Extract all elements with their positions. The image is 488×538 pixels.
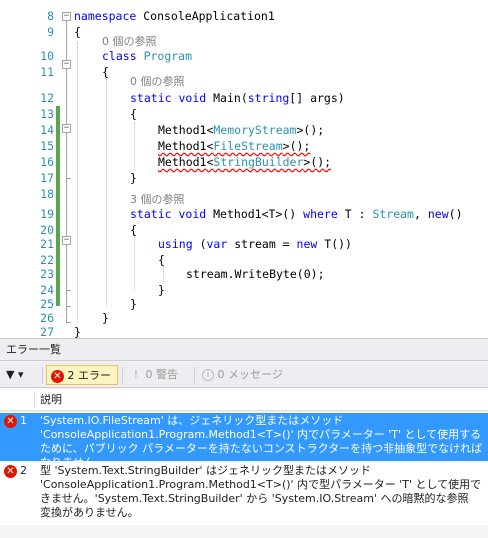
code-line[interactable]: 27 } — [0, 324, 488, 338]
code-line[interactable]: 11 { — [0, 64, 488, 80]
code-text: { — [102, 65, 109, 79]
code-line[interactable]: 19 static void Method1<T>() where T : St… — [0, 206, 488, 222]
code-text: { — [130, 107, 137, 121]
error-row[interactable]: ✕ 2 型 'System.Text.StringBuilder' はジェネリッ… — [0, 463, 488, 525]
code-text-error: Method1<StringBuilder>(); — [158, 154, 331, 170]
error-number: 1 — [20, 414, 27, 427]
line-number: 15 — [40, 139, 54, 153]
line-number: 27 — [40, 325, 54, 338]
code-text-error: Method1<FileStream>(); — [158, 138, 310, 154]
error-description: 'System.IO.FileStream' は、ジェネリック型またはメソッド … — [40, 414, 483, 469]
line-number: 11 — [40, 65, 54, 79]
code-text: class Program — [102, 49, 193, 63]
line-number: 10 — [40, 49, 54, 63]
toolbar-separator — [122, 367, 123, 383]
line-number: 8 — [47, 9, 54, 23]
code-line[interactable]: 18 — [0, 186, 488, 202]
line-number: 18 — [40, 187, 54, 201]
error-icon: ✕ — [4, 415, 17, 428]
line-number: 16 — [40, 155, 54, 169]
line-number: 9 — [47, 25, 54, 39]
code-line[interactable]: 10 class Program — [0, 48, 488, 64]
error-squiggle[interactable]: Method1<StringBuilder>(); — [158, 155, 331, 169]
code-text: static void Main(string[] args) — [130, 91, 345, 105]
code-text: } — [74, 325, 81, 338]
line-number: 23 — [40, 267, 54, 281]
column-header-description[interactable]: 説明 — [40, 389, 62, 411]
code-line[interactable]: 15 Method1<FileStream>(); — [0, 138, 488, 154]
toolbar-separator — [42, 367, 43, 383]
toolbar-separator — [194, 367, 195, 383]
messages-filter-toggle[interactable]: i 0 メッセージ — [198, 365, 288, 385]
codelens-references[interactable]: 0 個の参照 — [130, 74, 185, 90]
warnings-count-label: 0 警告 — [145, 368, 179, 381]
code-line[interactable]: 21 using (var stream = new T()) — [0, 236, 488, 252]
line-number: 13 — [40, 107, 54, 121]
error-squiggle[interactable]: Method1<FileStream>(); — [158, 139, 310, 153]
code-line[interactable]: 16 Method1<StringBuilder>(); — [0, 154, 488, 170]
code-line[interactable]: 12 static void Main(string[] args) — [0, 90, 488, 106]
error-row[interactable]: ✕ 1 'System.IO.FileStream' は、ジェネリック型またはメ… — [0, 413, 488, 469]
code-line[interactable]: 9 { — [0, 24, 488, 40]
line-number: 21 — [40, 237, 54, 251]
line-number: 14 — [40, 123, 54, 137]
filter-icon: ▼ ▾ — [6, 368, 24, 381]
error-list-header: 説明 — [0, 389, 488, 411]
error-number: 2 — [20, 464, 27, 477]
code-text: stream.WriteByte(0); — [186, 267, 325, 281]
code-line[interactable]: 17 } — [0, 170, 488, 186]
info-icon: i — [202, 369, 214, 381]
error-list-title[interactable]: エラー一覧 — [0, 339, 488, 361]
code-text: Method1<MemoryStream>(); — [158, 123, 325, 137]
column-separator[interactable] — [34, 391, 35, 409]
filter-dropdown-button[interactable]: ▼ ▾ — [6, 365, 38, 385]
code-line[interactable]: 23 stream.WriteByte(0); — [0, 266, 488, 282]
messages-count-label: 0 メッセージ — [217, 368, 283, 381]
line-number: 12 — [40, 91, 54, 105]
error-icon: ✕ — [51, 369, 64, 383]
code-line[interactable]: 14 Method1<MemoryStream>(); — [0, 122, 488, 138]
errors-filter-toggle[interactable]: ✕ 2 エラー — [46, 365, 118, 385]
code-text: using (var stream = new T()) — [158, 237, 352, 251]
line-number: 17 — [40, 171, 54, 185]
errors-count-label: 2 エラー — [67, 369, 112, 382]
code-text: static void Method1<T>() where T : Strea… — [130, 207, 463, 221]
code-line[interactable]: 8 namespace ConsoleApplication1 — [0, 8, 488, 24]
warnings-filter-toggle[interactable]: ! 0 警告 — [126, 365, 190, 385]
error-icon: ✕ — [4, 465, 17, 478]
error-description: 型 'System.Text.StringBuilder' はジェネリック型また… — [40, 464, 482, 519]
error-list-panel: エラー一覧 ▼ ▾ ✕ 2 エラー ! 0 警告 i 0 メッセージ 説明 ✕ … — [0, 338, 488, 538]
code-text: namespace ConsoleApplication1 — [74, 9, 275, 23]
code-line[interactable]: 13 { — [0, 106, 488, 122]
code-text: { — [74, 25, 81, 39]
code-text: } — [130, 171, 137, 185]
error-list-toolbar: ▼ ▾ ✕ 2 エラー ! 0 警告 i 0 メッセージ — [0, 362, 488, 388]
line-number: 19 — [40, 207, 54, 221]
warning-icon: ! — [133, 368, 139, 381]
code-editor[interactable]: − − − − 8 namespace ConsoleApplication1 … — [0, 0, 488, 338]
